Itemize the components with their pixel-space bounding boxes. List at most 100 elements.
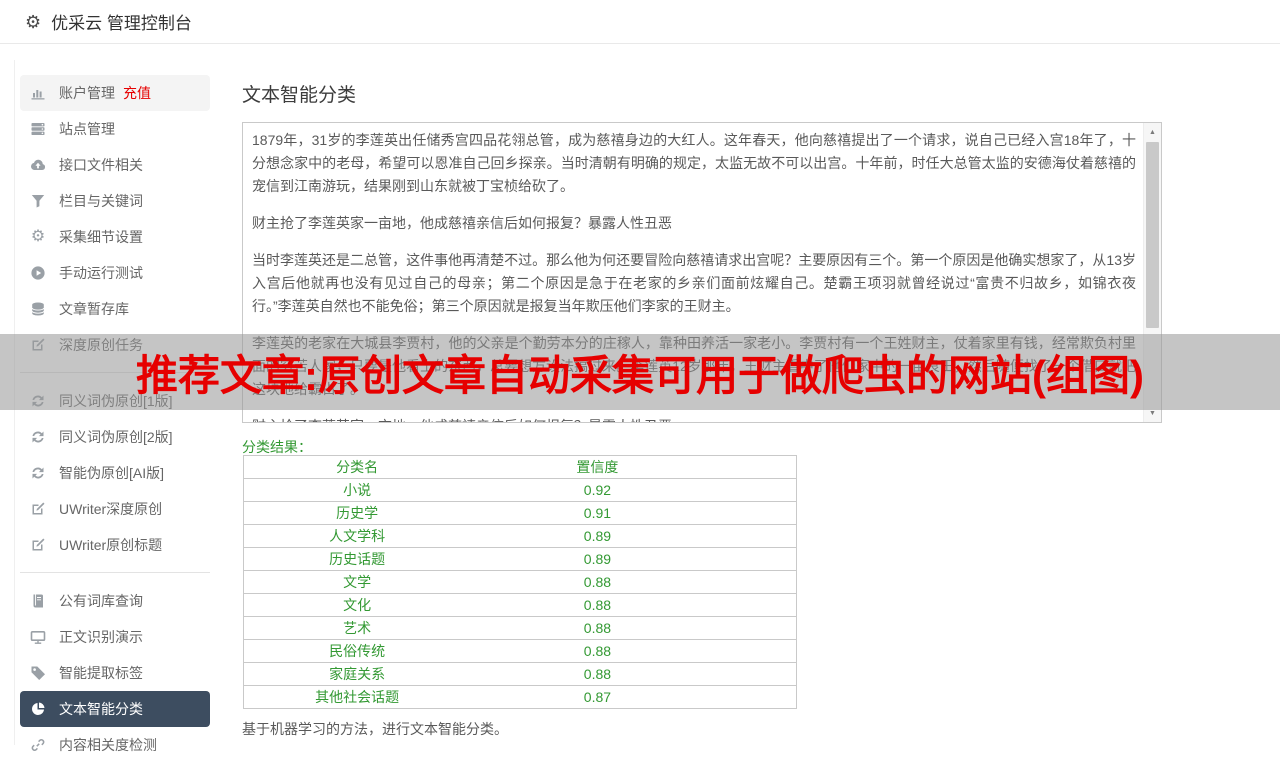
confidence-cell: 0.89 — [470, 547, 725, 571]
sidebar-item-label: 接口文件相关 — [59, 157, 143, 173]
sidebar-item-uwriter-original-title[interactable]: UWriter原创标题 — [20, 527, 210, 563]
sidebar-item-label: UWriter原创标题 — [59, 537, 163, 553]
confidence-cell: 0.87 — [470, 685, 725, 709]
funnel-icon — [30, 193, 46, 209]
top-bar: ⚙ 优采云 管理控制台 — [0, 0, 1280, 44]
sidebar-item-uwriter-deep-original[interactable]: UWriter深度原创 — [20, 491, 210, 527]
sidebar-item-label: 同义词伪原创[2版] — [59, 429, 173, 445]
sidebar-item-article-staging[interactable]: 文章暂存库 — [20, 291, 210, 327]
sidebar: 账户管理 充值 站点管理 接口文件相关 栏目与关键词 ⚙ 采集细节设置 手动运行… — [20, 75, 210, 763]
sidebar-item-smart-tag-extraction[interactable]: 智能提取标签 — [20, 655, 210, 691]
category-cell: 家庭关系 — [243, 662, 471, 686]
table-row: 人文学科 0.89 — [243, 524, 797, 548]
monitor-icon — [30, 629, 46, 645]
sidebar-item-account-management[interactable]: 账户管理 充值 — [20, 75, 210, 111]
sidebar-item-label: 内容相关度检测 — [59, 737, 157, 753]
link-icon — [30, 737, 46, 753]
footer-note: 基于机器学习的方法，进行文本智能分类。 — [242, 721, 508, 737]
sidebar-item-label: 文本智能分类 — [59, 701, 143, 717]
classification-results-table: 分类名 置信度 小说 0.92 历史学 0.91 人文学科 0.89 历史话题 0.89… — [243, 455, 797, 709]
sidebar-item-synonym-rewrite-v2[interactable]: 同义词伪原创[2版] — [20, 419, 210, 455]
sidebar-item-label: 账户管理 — [59, 85, 115, 101]
sidebar-item-label: 采集细节设置 — [59, 229, 143, 245]
sidebar-item-ai-rewrite[interactable]: 智能伪原创[AI版] — [20, 455, 210, 491]
tag-icon — [30, 665, 46, 681]
sidebar-item-collection-settings[interactable]: ⚙ 采集细节设置 — [20, 219, 210, 255]
table-header-row: 分类名 置信度 — [243, 455, 797, 479]
category-cell: 历史话题 — [243, 547, 471, 571]
column-header-confidence: 置信度 — [470, 455, 725, 479]
result-label: 分类结果： — [242, 439, 312, 455]
sidebar-item-content-extraction-demo[interactable]: 正文识别演示 — [20, 619, 210, 655]
category-cell: 人文学科 — [243, 524, 471, 548]
refresh-icon — [30, 465, 46, 481]
category-cell: 小说 — [243, 478, 471, 502]
server-icon — [30, 121, 46, 137]
input-paragraph: 当时李莲英还是二总管，这件事他再清楚不过。那么他为何还要冒险向慈禧请求出宫呢？主… — [252, 252, 1136, 314]
page-title: 文本智能分类 — [242, 85, 357, 106]
confidence-cell: 0.91 — [470, 501, 725, 525]
pie-chart-icon — [30, 701, 46, 717]
bar-chart-icon — [30, 85, 46, 101]
table-row: 民俗传统 0.88 — [243, 639, 797, 663]
input-paragraph: 财主抢了李莲英家一亩地，他成慈禧亲信后如何报复？暴露人性丑恶 — [252, 415, 1136, 422]
column-header-category: 分类名 — [243, 455, 471, 479]
category-cell: 其他社会话题 — [243, 685, 471, 709]
input-paragraph: 财主抢了李莲英家一亩地，他成慈禧亲信后如何报复？暴露人性丑恶 — [252, 215, 672, 231]
category-cell: 文学 — [243, 570, 471, 594]
sidebar-divider — [20, 572, 210, 573]
cloud-upload-icon — [30, 157, 46, 173]
table-row: 小说 0.92 — [243, 478, 797, 502]
confidence-cell: 0.92 — [470, 478, 725, 502]
sidebar-item-label: 手动运行测试 — [59, 265, 143, 281]
category-cell: 文化 — [243, 593, 471, 617]
sidebar-item-label: 公有词库查询 — [59, 593, 143, 609]
category-cell: 历史学 — [243, 501, 471, 525]
app-title: 优采云 管理控制台 — [51, 14, 192, 33]
book-icon — [30, 593, 46, 609]
sidebar-item-text-classification[interactable]: 文本智能分类 — [20, 691, 210, 727]
play-circle-icon — [30, 265, 46, 281]
column-header-empty — [724, 455, 797, 479]
sidebar-item-label: 站点管理 — [59, 121, 115, 137]
sidebar-item-label: 智能提取标签 — [59, 665, 143, 681]
confidence-cell: 0.88 — [470, 570, 725, 594]
confidence-cell: 0.88 — [470, 662, 725, 686]
scrollbar-thumb[interactable] — [1146, 142, 1159, 328]
gear-icon: ⚙ — [25, 11, 42, 32]
sidebar-item-site-management[interactable]: 站点管理 — [20, 111, 210, 147]
sidebar-item-label: 智能伪原创[AI版] — [59, 465, 165, 481]
recharge-link[interactable]: 充值 — [123, 83, 151, 103]
table-row: 艺术 0.88 — [243, 616, 797, 640]
table-row: 文学 0.88 — [243, 570, 797, 594]
confidence-cell: 0.89 — [470, 524, 725, 548]
sidebar-item-manual-run-test[interactable]: 手动运行测试 — [20, 255, 210, 291]
input-paragraph: 1879年，31岁的李莲英出任储秀宫四品花翎总管，成为慈禧身边的大红人。这年春天… — [252, 132, 1136, 194]
category-cell: 民俗传统 — [243, 639, 471, 663]
database-icon — [30, 301, 46, 317]
scroll-up-arrow-icon[interactable]: ▲ — [1144, 124, 1161, 140]
sidebar-item-api-files[interactable]: 接口文件相关 — [20, 147, 210, 183]
sidebar-item-public-lexicon-query[interactable]: 公有词库查询 — [20, 583, 210, 619]
sidebar-item-columns-keywords[interactable]: 栏目与关键词 — [20, 183, 210, 219]
confidence-cell: 0.88 — [470, 639, 725, 663]
promo-banner-text: 推荐文章:原创文章自动采集可用于做爬虫的网站(组图) — [136, 351, 1144, 399]
table-row: 文化 0.88 — [243, 593, 797, 617]
sidebar-item-label: 正文识别演示 — [59, 629, 143, 645]
pencil-square-icon — [30, 501, 46, 517]
confidence-cell: 0.88 — [470, 593, 725, 617]
table-row: 历史话题 0.89 — [243, 547, 797, 571]
promo-overlay-banner: 推荐文章:原创文章自动采集可用于做爬虫的网站(组图) — [0, 334, 1280, 410]
sidebar-item-label: 文章暂存库 — [59, 301, 129, 317]
sidebar-item-label: 栏目与关键词 — [59, 193, 143, 209]
table-row: 家庭关系 0.88 — [243, 662, 797, 686]
category-cell: 艺术 — [243, 616, 471, 640]
sidebar-item-label: UWriter深度原创 — [59, 501, 163, 517]
confidence-cell: 0.88 — [470, 616, 725, 640]
gears-icon: ⚙ — [30, 228, 46, 245]
table-row: 其他社会话题 0.87 — [243, 685, 797, 709]
sidebar-item-content-relevance-check[interactable]: 内容相关度检测 — [20, 727, 210, 763]
pencil-square-icon — [30, 537, 46, 553]
table-row: 历史学 0.91 — [243, 501, 797, 525]
refresh-icon — [30, 429, 46, 445]
